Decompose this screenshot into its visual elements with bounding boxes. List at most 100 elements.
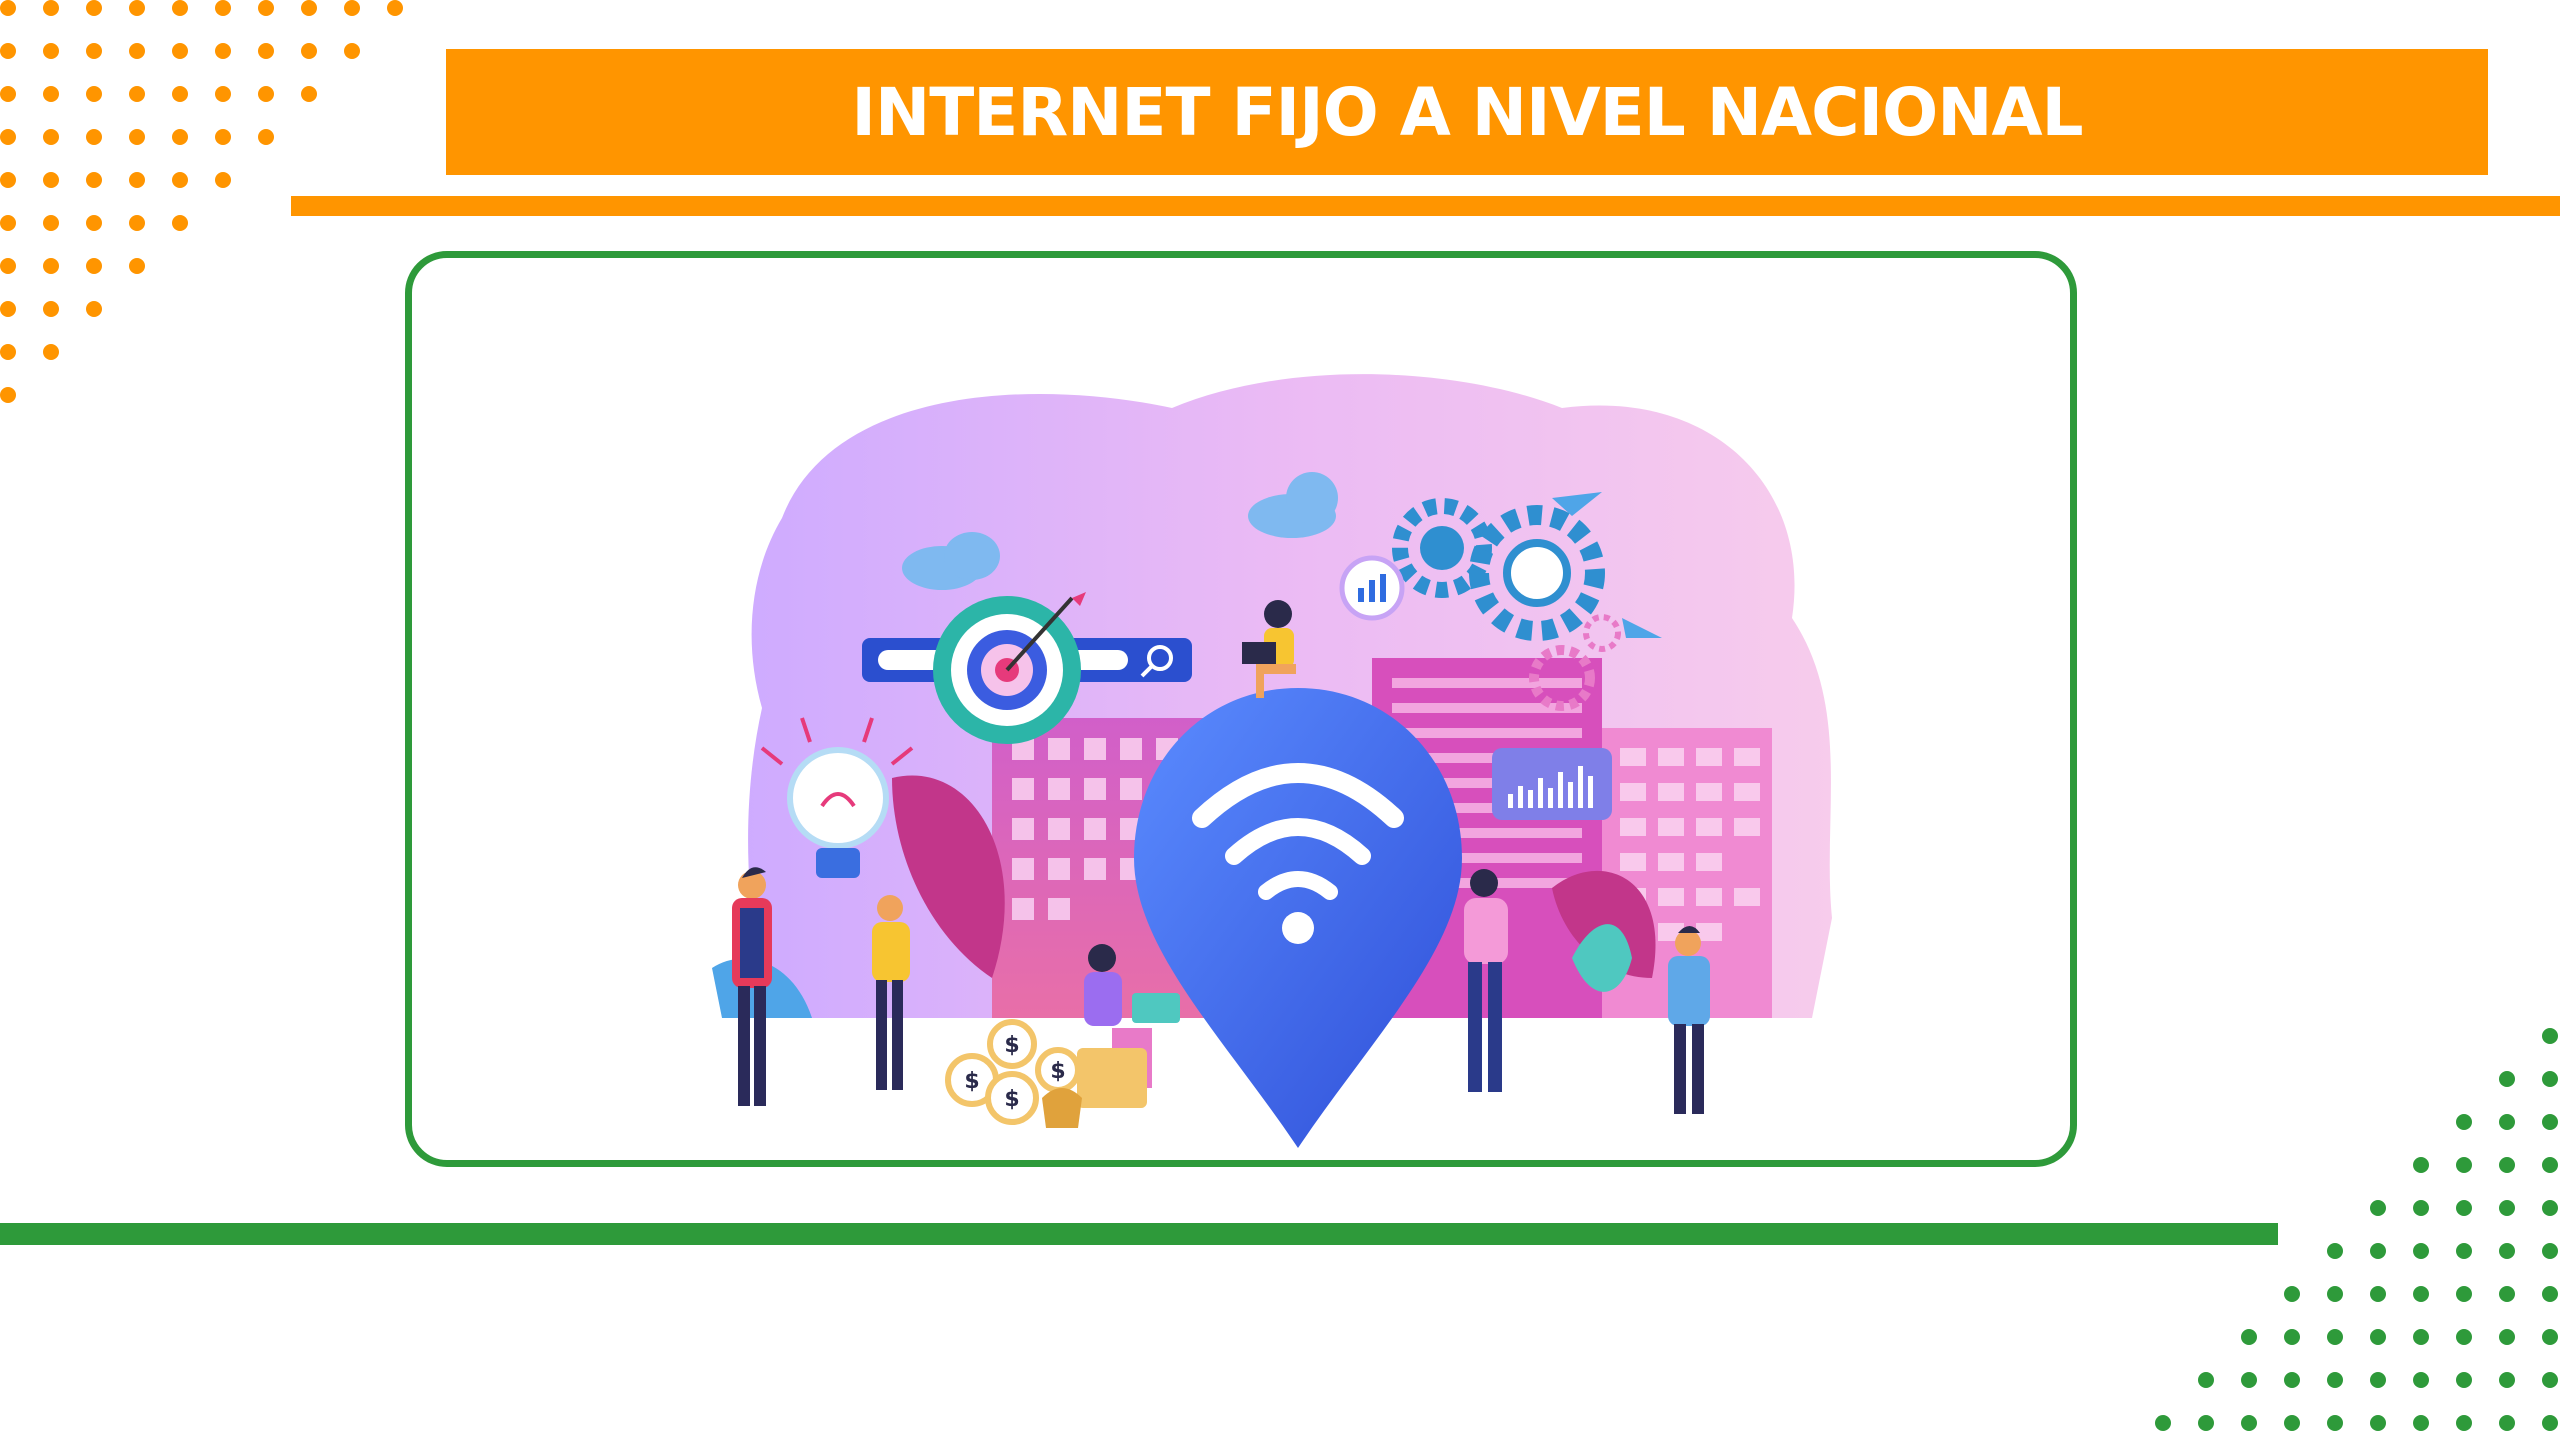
decorative-dot [86, 0, 102, 16]
decorative-dot [2284, 1415, 2300, 1431]
decorative-dot [215, 0, 231, 16]
decorative-dot [0, 129, 16, 145]
decorative-dot [2327, 1329, 2343, 1345]
green-divider [0, 1223, 2278, 1245]
decorative-dot [2456, 1157, 2472, 1173]
decorative-dot [2499, 1200, 2515, 1216]
decorative-dot [2542, 1157, 2558, 1173]
decorative-dot [129, 215, 145, 231]
decorative-dot [86, 172, 102, 188]
decorative-dot [129, 258, 145, 274]
decorative-dot [2456, 1286, 2472, 1302]
decorative-dot [2542, 1329, 2558, 1345]
decorative-dot [172, 0, 188, 16]
decorative-dot [2499, 1114, 2515, 1130]
decorative-dot [86, 258, 102, 274]
decorative-dot [2456, 1372, 2472, 1388]
decorative-dot [0, 387, 16, 403]
decorative-dot [0, 86, 16, 102]
decorative-dot [387, 0, 403, 16]
decorative-dot [43, 344, 59, 360]
decorative-dot [86, 86, 102, 102]
chart-icon [1339, 555, 1405, 621]
decorative-dot [2456, 1114, 2472, 1130]
decorative-dot [2456, 1415, 2472, 1431]
decorative-dot [2456, 1200, 2472, 1216]
decorative-dot [43, 301, 59, 317]
location-pin [1134, 688, 1462, 1148]
decorative-dot [2542, 1028, 2558, 1044]
decorative-dot [215, 43, 231, 59]
decorative-dot [0, 0, 16, 16]
decorative-dot [86, 129, 102, 145]
decorative-dot [2370, 1329, 2386, 1345]
decorative-dot [43, 86, 59, 102]
decorative-dot [2456, 1329, 2472, 1345]
decorative-dot [301, 86, 317, 102]
decorative-dot [258, 0, 274, 16]
decorative-dot [2499, 1415, 2515, 1431]
decorative-dot [2370, 1415, 2386, 1431]
decorative-dot [2241, 1329, 2257, 1345]
decorative-dot [2499, 1157, 2515, 1173]
decorative-dot [129, 129, 145, 145]
decorative-dot [43, 43, 59, 59]
decorative-dot [215, 172, 231, 188]
svg-text:$: $ [1004, 1087, 1019, 1112]
decorative-dot [2241, 1415, 2257, 1431]
decorative-dot [2542, 1243, 2558, 1259]
decorative-dot [2327, 1372, 2343, 1388]
decorative-dot [2370, 1286, 2386, 1302]
decorative-dot [2413, 1243, 2429, 1259]
svg-text:$: $ [1050, 1059, 1065, 1084]
decorative-dot [2284, 1329, 2300, 1345]
decorative-dot [129, 0, 145, 16]
decorative-dot [2198, 1372, 2214, 1388]
decorative-dot [43, 172, 59, 188]
decorative-dot [2499, 1329, 2515, 1345]
decorative-dot [2284, 1372, 2300, 1388]
decorative-dot [2327, 1286, 2343, 1302]
decorative-dot [2155, 1415, 2171, 1431]
svg-text:$: $ [1004, 1033, 1019, 1058]
decorative-dot [2284, 1286, 2300, 1302]
decorative-dot [2542, 1286, 2558, 1302]
decorative-dot [2413, 1372, 2429, 1388]
decorative-dot [2499, 1286, 2515, 1302]
decorative-dot [2499, 1372, 2515, 1388]
decorative-dot [0, 258, 16, 274]
decorative-dot [2413, 1415, 2429, 1431]
decorative-dot [172, 129, 188, 145]
decorative-dot [172, 215, 188, 231]
decorative-dot [172, 86, 188, 102]
decorative-dot [43, 258, 59, 274]
decorative-dot [215, 86, 231, 102]
decorative-dot [2542, 1071, 2558, 1087]
decorative-dot [2456, 1243, 2472, 1259]
decorative-dot [344, 43, 360, 59]
decorative-dot [0, 215, 16, 231]
decorative-dot [129, 86, 145, 102]
decorative-dot [301, 43, 317, 59]
decorative-dot [2542, 1415, 2558, 1431]
illustration-frame: $ $ $ $ [405, 251, 2077, 1167]
decorative-dot [43, 0, 59, 16]
decorative-dot [86, 215, 102, 231]
decorative-dot [0, 301, 16, 317]
decorative-dot [2370, 1372, 2386, 1388]
title-banner: INTERNET FIJO A NIVEL NACIONAL [446, 49, 2488, 175]
decorative-dot [2370, 1243, 2386, 1259]
decorative-dot [2499, 1071, 2515, 1087]
decorative-dot [172, 43, 188, 59]
person-left [732, 867, 772, 1106]
page-title: INTERNET FIJO A NIVEL NACIONAL [851, 73, 2083, 151]
wifi-city-illustration: $ $ $ $ [712, 374, 1832, 1148]
decorative-dot [172, 172, 188, 188]
decorative-dot [43, 215, 59, 231]
decorative-dots-bottom-right [2155, 1028, 2558, 1431]
decorative-dot [2413, 1200, 2429, 1216]
chart-panel-graphic [1492, 748, 1612, 820]
decorative-dot [86, 43, 102, 59]
decorative-dot [2327, 1243, 2343, 1259]
decorative-dot [0, 172, 16, 188]
